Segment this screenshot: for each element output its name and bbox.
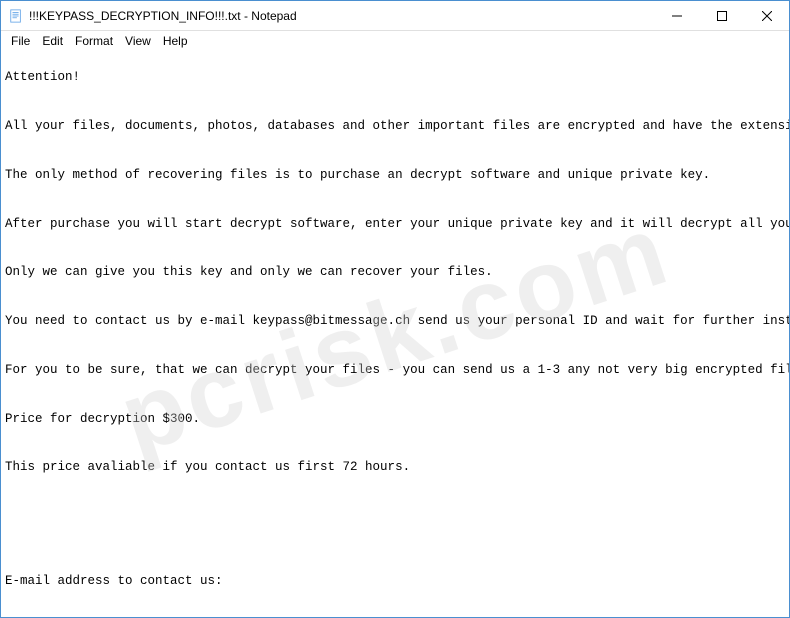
window-controls — [654, 1, 789, 30]
menu-help[interactable]: Help — [157, 33, 194, 49]
maximize-button[interactable] — [699, 1, 744, 30]
text-line: The only method of recovering files is t… — [5, 167, 785, 183]
notepad-icon — [9, 9, 23, 23]
text-line: All your files, documents, photos, datab… — [5, 118, 785, 134]
notepad-window: !!!KEYPASS_DECRYPTION_INFO!!!.txt - Note… — [0, 0, 790, 618]
menu-edit[interactable]: Edit — [36, 33, 69, 49]
close-button[interactable] — [744, 1, 789, 30]
text-area[interactable]: Attention! All your files, documents, ph… — [1, 51, 789, 617]
text-line: You need to contact us by e-mail keypass… — [5, 313, 785, 329]
text-line: Only we can give you this key and only w… — [5, 264, 785, 280]
text-line: After purchase you will start decrypt so… — [5, 216, 785, 232]
minimize-button[interactable] — [654, 1, 699, 30]
text-line: Attention! — [5, 69, 785, 85]
menu-format[interactable]: Format — [69, 33, 119, 49]
text-line: E-mail address to contact us: — [5, 573, 785, 589]
menu-view[interactable]: View — [119, 33, 157, 49]
menubar: File Edit Format View Help — [1, 31, 789, 51]
titlebar: !!!KEYPASS_DECRYPTION_INFO!!!.txt - Note… — [1, 1, 789, 31]
text-line: Price for decryption $300. — [5, 411, 785, 427]
text-line: For you to be sure, that we can decrypt … — [5, 362, 785, 378]
text-line: This price avaliable if you contact us f… — [5, 459, 785, 475]
window-title: !!!KEYPASS_DECRYPTION_INFO!!!.txt - Note… — [29, 9, 654, 23]
menu-file[interactable]: File — [5, 33, 36, 49]
